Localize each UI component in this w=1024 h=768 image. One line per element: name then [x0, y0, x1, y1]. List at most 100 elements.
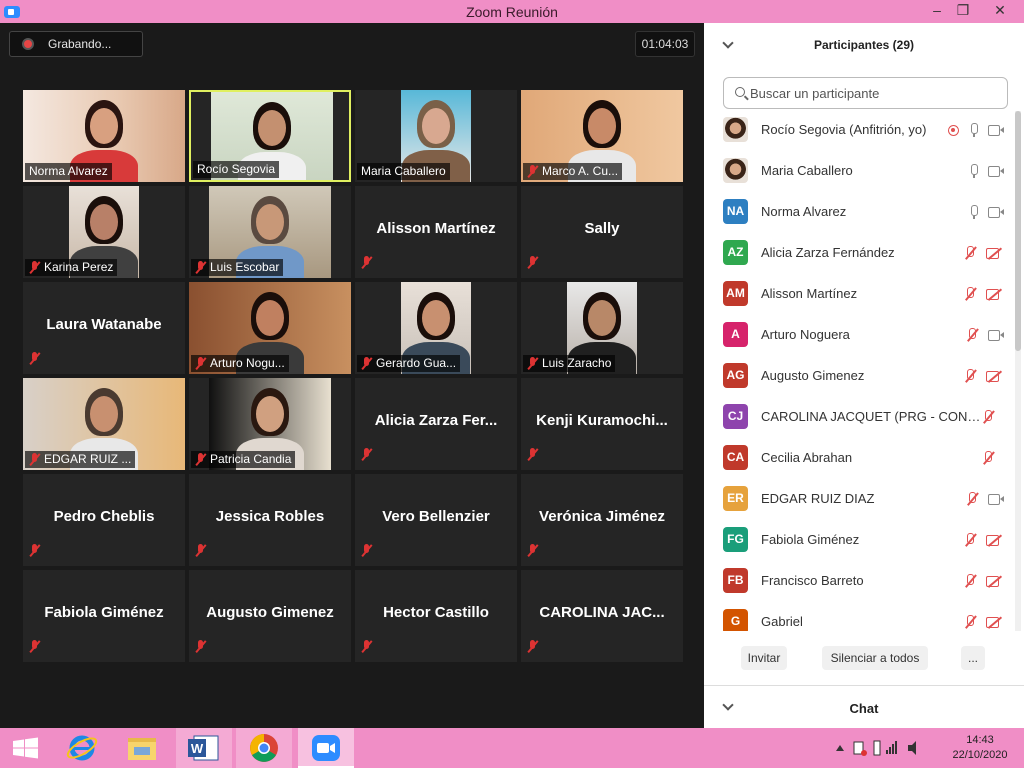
video-camera-icon[interactable]: [988, 166, 1004, 177]
video-tile[interactable]: Kenji Kuramochi...: [521, 378, 683, 470]
taskbar-zoom[interactable]: [298, 728, 354, 768]
video-tile[interactable]: Karina Perez: [23, 186, 185, 278]
tile-name: EDGAR RUIZ ...: [44, 452, 132, 466]
scrollbar-thumb[interactable]: [1015, 111, 1021, 351]
participant-row[interactable]: AM Alisson Martínez: [704, 273, 1014, 314]
video-tile[interactable]: CAROLINA JAC...: [521, 570, 683, 662]
video-camera-off-icon[interactable]: [986, 616, 1004, 628]
chat-section[interactable]: Chat: [704, 685, 1024, 728]
recording-indicator[interactable]: Grabando...: [9, 31, 143, 57]
video-camera-off-icon[interactable]: [986, 534, 1004, 546]
taskbar-clock[interactable]: 14:43 22/10/2020: [950, 733, 1010, 763]
video-camera-icon[interactable]: [988, 330, 1004, 341]
participant-row[interactable]: G Gabriel: [704, 601, 1014, 631]
participant-name: Gabriel: [761, 614, 803, 629]
participant-row[interactable]: FB Francisco Barreto: [704, 560, 1014, 601]
video-tile[interactable]: Alicia Zarza Fer...: [355, 378, 517, 470]
video-camera-icon[interactable]: [988, 207, 1004, 218]
microphone-icon[interactable]: [969, 205, 978, 219]
video-camera-icon[interactable]: [988, 494, 1004, 505]
video-tile[interactable]: Alisson Martínez: [355, 186, 517, 278]
video-tile[interactable]: Jessica Robles: [189, 474, 351, 566]
microphone-muted-icon[interactable]: [966, 328, 978, 342]
participant-name: CAROLINA JACQUET (PRG - CONAT...: [761, 409, 986, 424]
mic-muted-icon: [361, 640, 372, 653]
video-camera-off-icon[interactable]: [986, 370, 1004, 382]
microphone-muted-icon[interactable]: [982, 410, 994, 424]
video-tile[interactable]: Laura Watanabe: [23, 282, 185, 374]
taskbar-chrome[interactable]: [236, 728, 292, 768]
video-tile[interactable]: Verónica Jiménez: [521, 474, 683, 566]
taskbar-file-explorer[interactable]: [114, 728, 170, 768]
video-camera-off-icon[interactable]: [986, 575, 1004, 587]
microphone-muted-icon[interactable]: [964, 574, 976, 588]
video-tile[interactable]: Vero Bellenzier: [355, 474, 517, 566]
tile-name: Alisson Martínez: [376, 220, 496, 237]
mic-muted-icon: [195, 640, 206, 653]
invite-button[interactable]: Invitar: [741, 646, 787, 670]
participant-row[interactable]: NA Norma Alvarez: [704, 191, 1014, 232]
microphone-muted-icon[interactable]: [982, 451, 994, 465]
video-tile[interactable]: Sally: [521, 186, 683, 278]
tile-mic-status: [29, 640, 44, 658]
mic-muted-icon: [527, 256, 538, 269]
participant-list-scrollbar[interactable]: [1015, 111, 1021, 631]
video-tile[interactable]: Patricia Candia: [189, 378, 351, 470]
participant-video-face: [256, 300, 284, 336]
video-tile[interactable]: EDGAR RUIZ ...: [23, 378, 185, 470]
mic-muted-icon: [195, 261, 206, 274]
microphone-muted-icon[interactable]: [964, 369, 976, 383]
participant-row[interactable]: AZ Alicia Zarza Fernández: [704, 232, 1014, 273]
tile-name: Gerardo Gua...: [376, 356, 457, 370]
participant-row[interactable]: CJ CAROLINA JACQUET (PRG - CONAT...: [704, 396, 1014, 437]
video-camera-off-icon[interactable]: [986, 288, 1004, 300]
video-gallery: Grabando... 01:04:03 Norma Alvarez Rocío …: [0, 23, 704, 728]
participant-row[interactable]: CA Cecilia Abrahan: [704, 437, 1014, 478]
microphone-muted-icon[interactable]: [964, 287, 976, 301]
video-tile[interactable]: Luis Escobar: [189, 186, 351, 278]
zoom-icon: [312, 735, 340, 761]
microphone-muted-icon[interactable]: [964, 533, 976, 547]
participant-row[interactable]: AG Augusto Gimenez: [704, 355, 1014, 396]
microphone-muted-icon[interactable]: [964, 246, 976, 260]
clock-time: 14:43: [966, 734, 994, 746]
chrome-icon: [250, 734, 278, 762]
microphone-muted-icon[interactable]: [966, 492, 978, 506]
participant-status-icons: [948, 122, 1004, 138]
video-camera-off-icon[interactable]: [986, 247, 1004, 259]
more-options-button[interactable]: ...: [961, 646, 985, 670]
tile-name: Vero Bellenzier: [382, 508, 490, 525]
video-tile[interactable]: Pedro Cheblis: [23, 474, 185, 566]
avatar: CA: [723, 445, 748, 470]
video-tile[interactable]: Hector Castillo: [355, 570, 517, 662]
microphone-icon[interactable]: [969, 123, 978, 137]
taskbar-internet-explorer[interactable]: [56, 728, 112, 768]
participant-row[interactable]: Maria Caballero: [704, 150, 1014, 191]
mute-all-button[interactable]: Silenciar a todos: [822, 646, 928, 670]
participant-row[interactable]: Rocío Segovia (Anfitrión, yo): [704, 111, 1014, 150]
video-tile[interactable]: Luis Zaracho: [521, 282, 683, 374]
video-camera-icon[interactable]: [988, 125, 1004, 136]
microphone-icon[interactable]: [969, 164, 978, 178]
video-tile[interactable]: Marco A. Cu...: [521, 90, 683, 182]
video-tile[interactable]: Rocío Segovia: [189, 90, 351, 182]
participant-search[interactable]: [723, 77, 1008, 109]
microphone-muted-icon[interactable]: [964, 615, 976, 629]
video-tile[interactable]: Maria Caballero: [355, 90, 517, 182]
video-tile[interactable]: Norma Alvarez: [23, 90, 185, 182]
taskbar-word[interactable]: W: [176, 728, 232, 768]
start-button[interactable]: [0, 728, 56, 768]
video-tile[interactable]: Fabiola Giménez: [23, 570, 185, 662]
maximize-button[interactable]: ❐: [948, 0, 978, 23]
video-tile[interactable]: Arturo Nogu...: [189, 282, 351, 374]
mic-muted-icon: [29, 453, 40, 466]
video-tile[interactable]: Augusto Gimenez: [189, 570, 351, 662]
close-button[interactable]: ✕: [985, 0, 1015, 23]
tile-mic-status: [29, 544, 44, 562]
search-input[interactable]: [750, 82, 1000, 104]
participant-row[interactable]: FG Fabiola Giménez: [704, 519, 1014, 560]
participant-video-face: [90, 396, 118, 432]
participant-row[interactable]: A Arturo Noguera: [704, 314, 1014, 355]
video-tile[interactable]: Gerardo Gua...: [355, 282, 517, 374]
participant-row[interactable]: ER EDGAR RUIZ DIAZ: [704, 478, 1014, 519]
